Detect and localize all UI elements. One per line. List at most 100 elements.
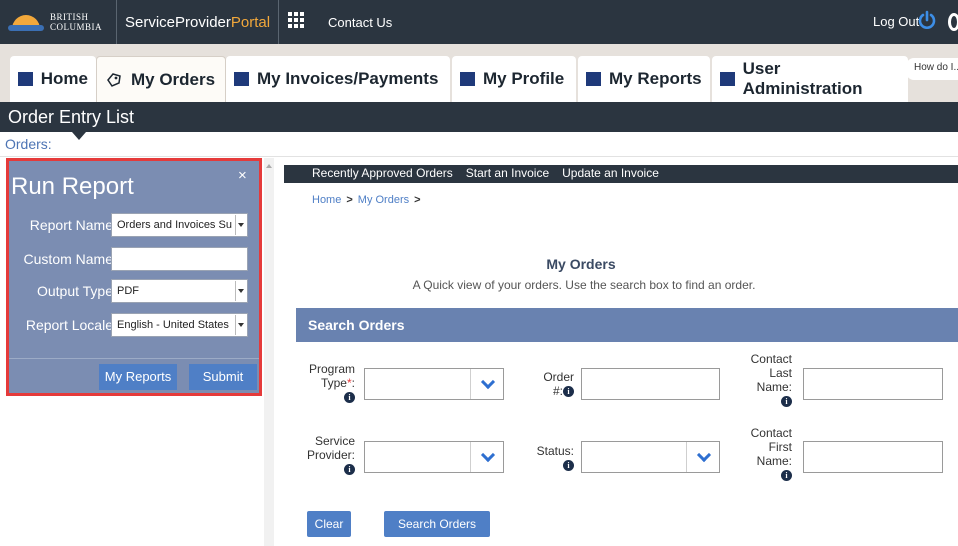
contact-first-name-input[interactable]	[803, 441, 943, 473]
tab-home-label: Home	[40, 69, 88, 88]
contact-last-name-label-line3: Name:	[756, 380, 792, 394]
breadcrumb-home[interactable]: Home	[312, 194, 341, 206]
contact-last-name-input[interactable]	[803, 368, 943, 400]
home-tab-icon	[18, 72, 33, 86]
app-grid-icon[interactable]	[288, 12, 304, 28]
search-orders-button[interactable]: Search Orders	[384, 511, 490, 537]
brand-name-part1: ServiceProvider	[125, 13, 231, 31]
info-icon[interactable]: i	[344, 392, 355, 404]
tab-user-administration-label: User Administration	[742, 59, 863, 98]
status-select[interactable]	[581, 441, 720, 473]
chevron-down-icon	[696, 447, 712, 463]
info-icon[interactable]: i	[344, 464, 355, 476]
profile-tab-icon	[460, 72, 475, 86]
contact-first-name-label-line3: Name:	[756, 454, 792, 468]
sun-logo-icon	[8, 11, 44, 33]
submit-button[interactable]: Submit	[189, 364, 257, 390]
tab-my-reports-label: My Reports	[609, 69, 702, 88]
clear-button[interactable]: Clear	[307, 511, 351, 537]
service-provider-label: Service Provider: i	[300, 434, 355, 476]
logout-link[interactable]: Log Out	[873, 14, 919, 29]
report-locale-label: Report Locale	[25, 317, 113, 333]
tab-my-orders-label: My Orders	[131, 69, 216, 89]
contact-first-name-label: Contact First Name: i	[736, 426, 792, 482]
program-type-select[interactable]	[364, 368, 504, 400]
status-label: Status: i	[528, 444, 574, 472]
orders-icon	[107, 72, 121, 87]
page-title: My Orders	[546, 256, 616, 272]
scroll-up-icon[interactable]	[266, 164, 272, 168]
order-number-label-line2: #:	[552, 384, 563, 398]
order-number-input[interactable]	[581, 368, 720, 400]
page-subtitle: A Quick view of your orders. Use the sea…	[412, 278, 756, 292]
scrollbar[interactable]	[264, 158, 274, 546]
contact-first-name-label-line1: Contact	[750, 426, 792, 440]
report-name-select[interactable]: Orders and Invoices Su	[111, 213, 248, 237]
invoices-tab-icon	[234, 72, 249, 86]
info-icon[interactable]: i	[563, 386, 574, 398]
output-type-label: Output Type	[36, 283, 113, 299]
contact-first-name-label-line2: First	[768, 440, 792, 454]
my-reports-button[interactable]: My Reports	[99, 364, 177, 390]
custom-name-input[interactable]	[111, 247, 248, 271]
contact-us-link[interactable]: Contact Us	[328, 15, 392, 30]
output-type-select[interactable]: PDF	[111, 279, 248, 303]
info-icon[interactable]: i	[781, 470, 792, 482]
service-provider-label-line1: Service	[314, 434, 355, 448]
close-icon[interactable]: ×	[238, 167, 247, 184]
main-nav: Home My Orders My Invoices/Payments My P…	[0, 44, 958, 102]
tab-home[interactable]: Home	[10, 56, 96, 102]
service-provider-select[interactable]	[364, 441, 504, 473]
custom-name-row: Custom Name	[9, 247, 259, 273]
label-colon: :	[351, 376, 355, 390]
tab-my-orders[interactable]: My Orders	[96, 56, 226, 102]
run-report-panel: Run Report × Report Name Orders and Invo…	[6, 158, 262, 396]
chevron-down-icon	[235, 215, 246, 235]
tab-my-profile-label: My Profile	[483, 69, 565, 88]
breadcrumb-separator: >	[414, 194, 421, 206]
chevron-down-icon	[235, 315, 246, 335]
info-icon[interactable]: i	[781, 396, 792, 408]
brand-home-link[interactable]: ServiceProvider Portal	[116, 0, 280, 44]
program-type-label-line2: Type	[320, 376, 347, 390]
tab-user-administration[interactable]: User Administration	[712, 56, 908, 102]
contact-last-name-label: Contact Last Name: i	[736, 352, 792, 408]
help-link[interactable]: How do I...	[906, 58, 958, 80]
order-number-label-line1: Order	[543, 370, 574, 384]
info-icon[interactable]: i	[563, 460, 574, 472]
tab-my-invoices-label: My Invoices/Payments	[257, 69, 439, 88]
orders-label: Orders:	[5, 136, 52, 152]
search-orders-header: Search Orders	[296, 308, 958, 342]
start-invoice-link[interactable]: Start an Invoice	[466, 166, 549, 183]
program-type-label: Program Type*: i	[300, 362, 355, 404]
user-admin-tab-icon	[720, 72, 735, 86]
bc-logo[interactable]: BRITISH COLUMBIA	[8, 5, 116, 39]
update-invoice-link[interactable]: Update an Invoice	[562, 166, 659, 183]
logo-line-2: COLUMBIA	[50, 22, 103, 32]
recently-approved-orders-link[interactable]: Recently Approved Orders	[312, 166, 453, 183]
program-type-label-line1: Program	[308, 362, 355, 376]
chevron-down-icon	[480, 374, 496, 390]
custom-name-label: Custom Name	[23, 251, 113, 267]
tab-my-profile[interactable]: My Profile	[452, 56, 576, 102]
run-report-title: Run Report	[11, 173, 134, 200]
page-title-bar: Order Entry List	[0, 102, 958, 132]
tab-my-invoices[interactable]: My Invoices/Payments	[226, 56, 450, 102]
contact-last-name-label-line2: Last	[769, 366, 792, 380]
tab-my-reports[interactable]: My Reports	[578, 56, 710, 102]
chevron-down-icon	[480, 447, 496, 463]
breadcrumb-separator: >	[346, 194, 353, 206]
page: BRITISH COLUMBIA ServiceProvider Portal C…	[0, 0, 958, 546]
report-locale-value: English - United States	[117, 319, 229, 331]
breadcrumb-my-orders[interactable]: My Orders	[358, 194, 409, 206]
output-type-row: Output Type PDF	[9, 279, 259, 305]
sub-nav: Recently Approved Orders Start an Invoic…	[284, 165, 958, 183]
title-caret	[72, 132, 86, 140]
power-icon[interactable]	[917, 10, 937, 30]
report-name-row: Report Name Orders and Invoices Su	[9, 213, 259, 239]
logo-text: BRITISH COLUMBIA	[50, 12, 102, 32]
report-locale-select[interactable]: English - United States	[111, 313, 248, 337]
user-menu-icon[interactable]	[948, 13, 958, 31]
reports-tab-icon	[586, 72, 601, 86]
top-bar: BRITISH COLUMBIA ServiceProvider Portal C…	[0, 0, 958, 44]
